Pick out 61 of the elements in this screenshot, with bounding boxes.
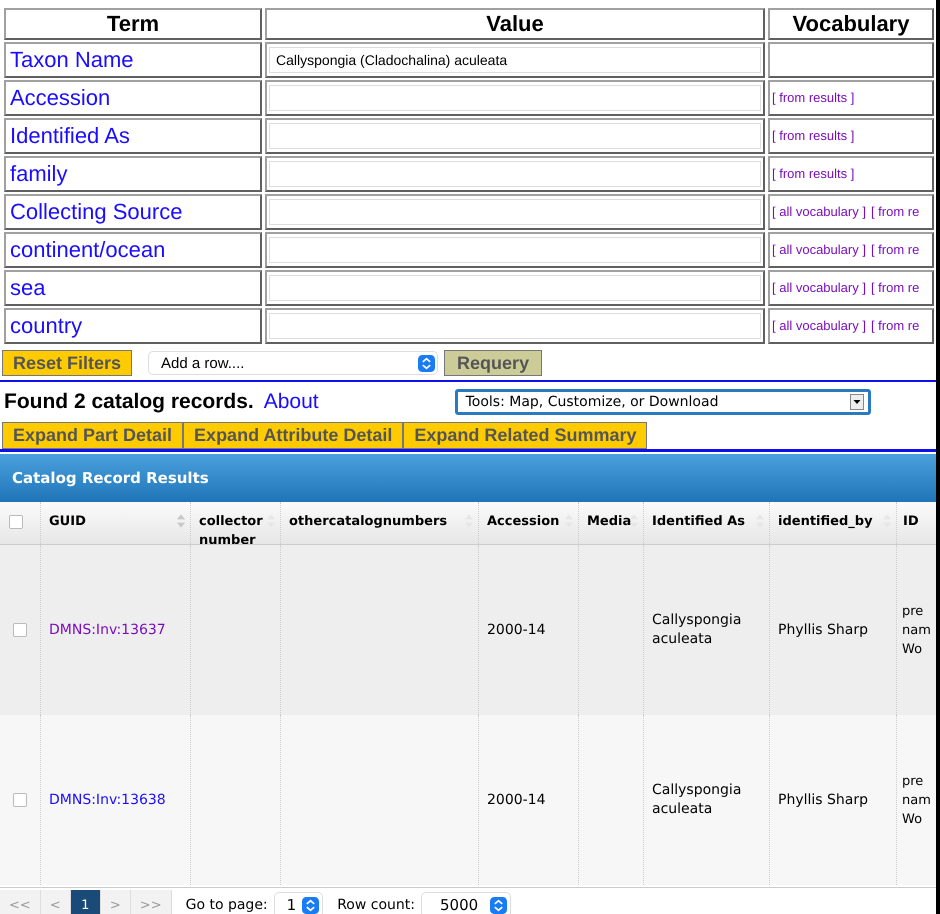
column-header[interactable]: identified_by [778, 512, 873, 531]
requery-button[interactable]: Requery [444, 350, 542, 376]
reset-filters-button[interactable]: Reset Filters [2, 350, 132, 376]
column-header: Vocabulary [768, 8, 934, 40]
term-link[interactable]: family [10, 161, 68, 186]
value-field[interactable] [269, 123, 761, 149]
value-field[interactable] [269, 237, 761, 263]
table-cell-text: pre nam Wo [902, 772, 932, 828]
sort-icon [176, 512, 186, 530]
value-field[interactable] [269, 199, 761, 225]
value-field[interactable] [269, 161, 761, 187]
table-cell: 2000-14 [487, 790, 546, 810]
expand-button[interactable]: Expand Related Summary [403, 422, 648, 449]
vocabulary-link[interactable]: [ from re [870, 204, 920, 219]
column-header: Value [265, 8, 765, 40]
guid-link[interactable]: DMNS:Inv:13638 [49, 792, 166, 808]
page-select[interactable]: 1 [274, 892, 324, 914]
row-count-label: Row count: [337, 897, 415, 913]
vocabulary-link[interactable]: [ all vocabulary ] [772, 242, 866, 257]
value-field[interactable]: Callyspongia (Cladochalina) aculeata [269, 47, 761, 73]
tools-select[interactable]: Tools: Map, Customize, or Download [454, 389, 871, 415]
table-cell: 2000-14 [487, 620, 546, 640]
term-link[interactable]: sea [10, 275, 46, 300]
stepper-icon [418, 354, 436, 372]
column-header[interactable]: othercatalognumbers [289, 512, 448, 531]
guid-link[interactable]: DMNS:Inv:13637 [49, 622, 166, 638]
column-header: Term [4, 8, 262, 40]
expand-button[interactable]: Expand Part Detail [2, 422, 184, 449]
table-cell: Phyllis Sharp [778, 620, 868, 640]
vocabulary-link[interactable]: [ from re [870, 242, 920, 257]
column-header[interactable]: GUID [49, 512, 86, 531]
go-to-page-label: Go to page: [186, 897, 268, 913]
column-header[interactable]: Accession [487, 512, 560, 531]
vocabulary-link[interactable]: [ from re [870, 318, 920, 333]
value-field[interactable] [269, 313, 761, 339]
row-checkbox[interactable] [13, 623, 27, 637]
about-link[interactable]: About [264, 390, 319, 414]
table-cell-text: Callyspongia aculeata [652, 781, 742, 819]
column-header[interactable]: Identified As [652, 512, 745, 531]
column-header[interactable]: collector number [199, 512, 264, 544]
pager-button[interactable]: 1 [70, 890, 101, 914]
add-row-select[interactable]: Add a row.... [148, 351, 438, 375]
vocabulary-link[interactable]: [ all vocabulary ] [772, 204, 866, 219]
select-all-checkbox[interactable] [9, 515, 23, 529]
column-header[interactable]: Media [587, 512, 632, 531]
column-header[interactable]: ID [903, 512, 919, 531]
row-checkbox[interactable] [13, 793, 27, 807]
value-field[interactable] [269, 275, 761, 301]
grid-title: Catalog Record Results [12, 469, 209, 487]
vocabulary-link[interactable]: [ all vocabulary ] [772, 318, 866, 333]
table-cell-text: Callyspongia aculeata [652, 611, 742, 649]
vocabulary-link[interactable]: [ from re [870, 280, 920, 295]
results-count: Found 2 catalog records. [4, 390, 254, 414]
table-cell: Phyllis Sharp [778, 790, 868, 810]
value-field[interactable] [269, 85, 761, 111]
dropdown-icon [850, 394, 864, 410]
row-count-select[interactable]: 5000 [420, 892, 512, 914]
expand-button[interactable]: Expand Attribute Detail [183, 422, 404, 449]
term-link[interactable]: country [10, 313, 82, 338]
vocabulary-link[interactable]: [ all vocabulary ] [772, 280, 866, 295]
table-cell-text: pre nam Wo [902, 602, 932, 658]
